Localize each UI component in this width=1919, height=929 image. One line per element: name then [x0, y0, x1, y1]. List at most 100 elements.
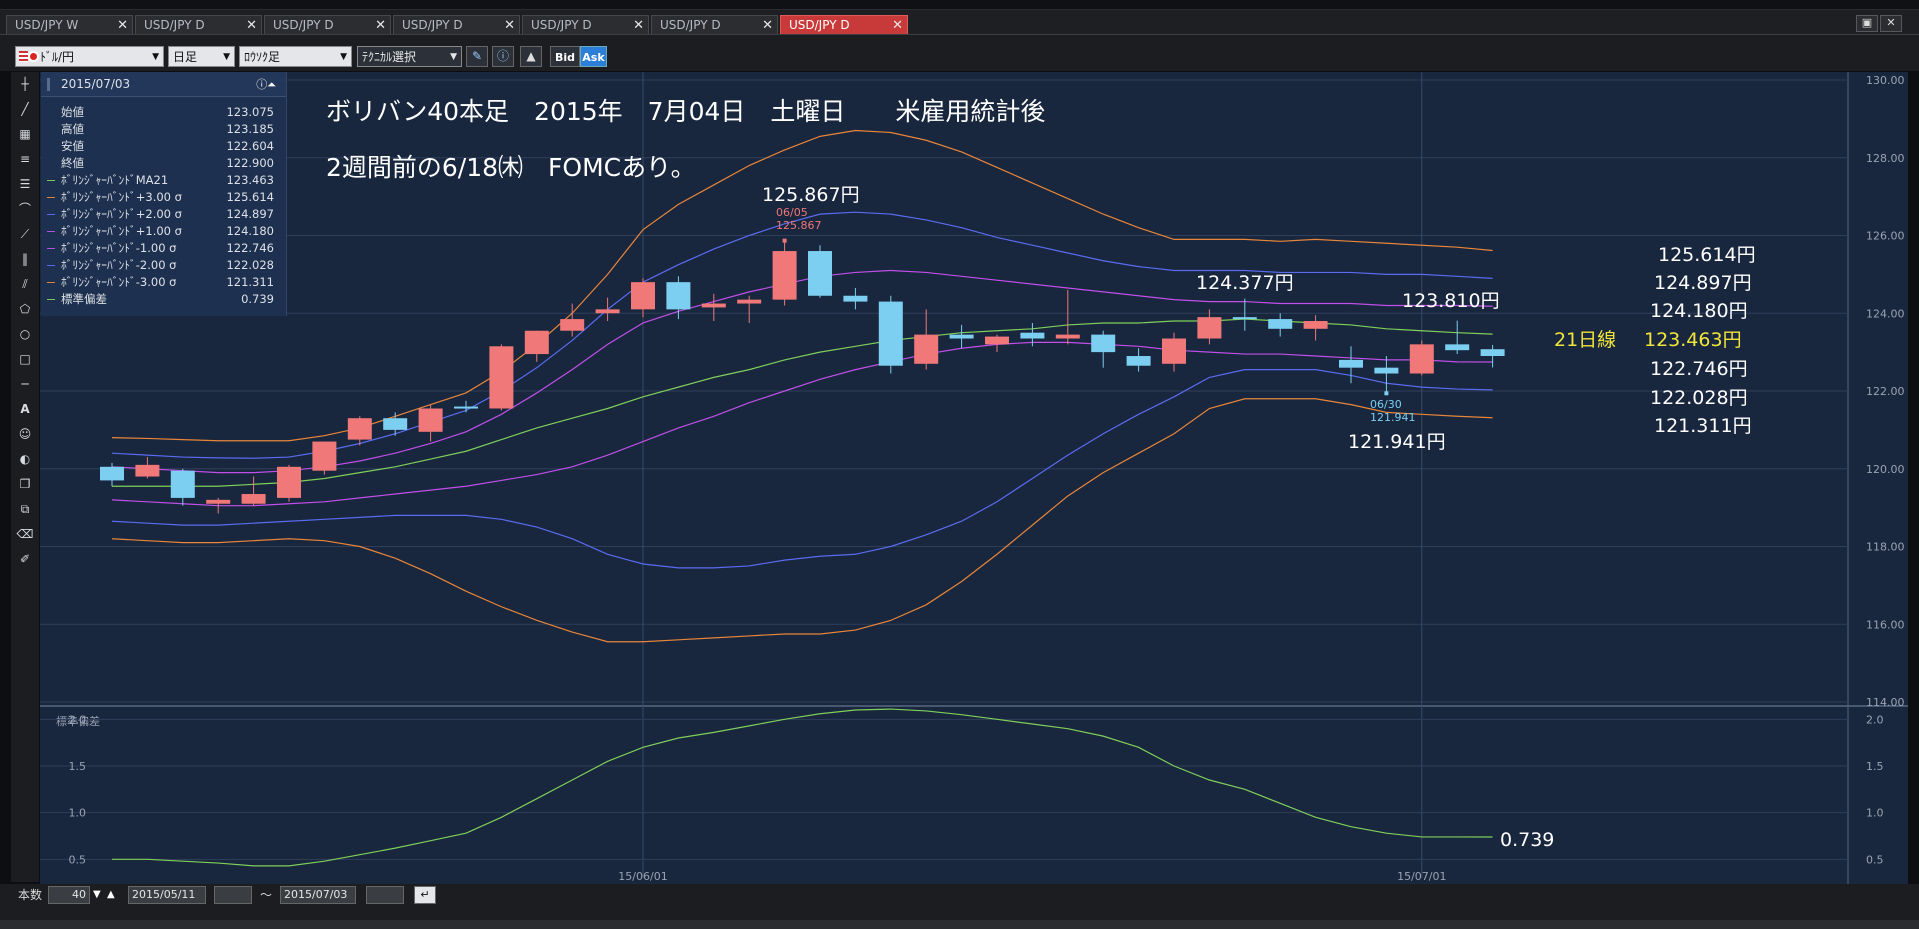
drag-handle-icon[interactable] [47, 78, 50, 91]
tab-label: USD/JPY D [144, 18, 205, 32]
candle-body [277, 466, 301, 498]
crosshair-icon[interactable]: ┼ [14, 74, 36, 94]
vertical-lines-icon[interactable]: ‖ [14, 249, 36, 269]
candle-body [241, 494, 266, 504]
return-icon[interactable]: ↵ [414, 886, 436, 904]
ohlc-row: 標準偏差 0.739 [41, 291, 286, 307]
ohlc-row-value: 123.075 [226, 105, 274, 119]
candle-body [1374, 367, 1399, 374]
count-up-icon[interactable]: ▲ [107, 886, 115, 904]
chart-type-label: ﾛｳｿｸ足 [244, 50, 281, 64]
symbol-select[interactable]: ﾄﾞﾙ/円 ▼ [15, 46, 164, 67]
to-time-field[interactable] [366, 886, 404, 904]
candle-body [1445, 344, 1470, 351]
y-tick-label-left: 2.0 [69, 713, 87, 726]
ruler-icon[interactable]: ▦ [14, 124, 36, 144]
chevron-down-icon: ▼ [340, 52, 347, 62]
text-icon[interactable]: A [14, 399, 36, 419]
tab-usd-jpy-2[interactable]: USD/JPY D ✕ [264, 15, 391, 34]
close-window-icon[interactable]: ✕ [1880, 15, 1902, 32]
band-minus2-label: 122.028円 [1650, 387, 1748, 409]
period-select[interactable]: 日足 ▼ [168, 46, 235, 67]
gann-icon[interactable]: ⟋ [14, 224, 36, 244]
candle-body [418, 408, 443, 432]
candle-body [666, 282, 691, 310]
maximize-icon[interactable]: ▣ [1856, 15, 1878, 32]
tab-close-icon[interactable]: ✕ [633, 16, 644, 35]
chart-area[interactable]: 130.00 128.00 126.00 124.00 122.00 120.00 118.… [40, 72, 1908, 884]
eraser-icon[interactable]: ⌫ [14, 524, 36, 544]
delete-icon[interactable]: ⧉ [14, 499, 36, 519]
legend-swatch [47, 231, 55, 232]
tab-close-icon[interactable]: ✕ [892, 16, 903, 35]
tab-close-icon[interactable]: ✕ [762, 16, 773, 35]
candle-body [878, 301, 903, 366]
bid-button[interactable]: Bid [550, 46, 580, 67]
to-date-field[interactable]: 2015/07/03 [280, 886, 356, 904]
range-tilde: ～ [260, 888, 273, 902]
tab-bar: USD/JPY W ✕ USD/JPY D ✕ USD/JPY D ✕ USD/JPY D ✕… [0, 10, 1919, 35]
tab-close-icon[interactable]: ✕ [246, 16, 257, 35]
price-chart[interactable]: 130.00 128.00 126.00 124.00 122.00 120.00 118.… [40, 72, 1908, 884]
band-plus1-label: 124.180円 [1650, 300, 1748, 322]
circle-icon[interactable]: ○ [14, 324, 36, 344]
tab-close-icon[interactable]: ✕ [375, 16, 386, 35]
pitchfork-icon[interactable]: ⫽ [14, 274, 36, 294]
chart-type-select[interactable]: ﾛｳｿｸ足 ▼ [239, 46, 352, 67]
ask-button[interactable]: Ask [580, 46, 607, 67]
tab-usd-jpy-5[interactable]: USD/JPY D ✕ [651, 15, 778, 34]
from-time-field[interactable] [214, 886, 252, 904]
tab-label: USD/JPY D [402, 18, 463, 32]
fan-icon[interactable]: ⌒ [14, 199, 36, 219]
pencil-icon[interactable]: ✎ [466, 46, 488, 67]
candle-body [100, 466, 124, 481]
count-field[interactable]: 40 [48, 886, 90, 904]
smiley-icon[interactable]: ☺ [14, 424, 36, 444]
technical-select[interactable]: ﾃｸﾆｶﾙ選択 ▼ [357, 46, 462, 67]
legend-swatch [47, 214, 55, 215]
candle-body [524, 330, 549, 355]
tab-usd-jpy-3[interactable]: USD/JPY D ✕ [393, 15, 520, 34]
area-chart-icon[interactable]: ▲ [520, 46, 542, 67]
y-tick-label: 120.00 [1866, 463, 1905, 476]
y-tick-label: 2.0 [1866, 713, 1884, 726]
band-line-plus2 [111, 211, 1493, 459]
candle-body [772, 251, 797, 300]
y-tick-label-left: 1.5 [69, 760, 87, 773]
eraser-all-icon[interactable]: ✐ [14, 549, 36, 569]
pentagon-icon[interactable]: ⬠ [14, 299, 36, 319]
ohlc-row: ﾎﾞﾘﾝｼﾞｬｰﾊﾞﾝﾄﾞMA21 123.463 [41, 172, 286, 188]
rectangle-icon[interactable]: □ [14, 349, 36, 369]
tab-label: USD/JPY D [660, 18, 721, 32]
ohlc-row-label: 終値 [61, 156, 84, 170]
ohlc-row-value: 124.897 [226, 207, 274, 221]
ohlc-row-value: 122.604 [226, 139, 274, 153]
color-picker-icon[interactable]: ◐ [14, 449, 36, 469]
y-tick-label: 118.00 [1866, 541, 1905, 554]
ohlc-row-value: 125.614 [226, 190, 274, 204]
tab-close-icon[interactable]: ✕ [504, 16, 515, 35]
tab-label: USD/JPY D [273, 18, 334, 32]
tab-close-icon[interactable]: ✕ [117, 16, 128, 35]
hline-icon[interactable]: ─ [14, 374, 36, 394]
fibonacci-icon[interactable]: ☰ [14, 174, 36, 194]
copy-icon[interactable]: ❐ [14, 474, 36, 494]
trendline-icon[interactable]: ╱ [14, 99, 36, 119]
info-icon[interactable]: ⓘ [492, 46, 514, 67]
tab-usd-jpy-1[interactable]: USD/JPY D ✕ [135, 15, 262, 34]
tab-usd-jpy-6[interactable]: USD/JPY D ✕ [780, 15, 908, 34]
horizontal-lines-icon[interactable]: ≡ [14, 149, 36, 169]
tab-usd-jpy-0[interactable]: USD/JPY W ✕ [6, 15, 133, 34]
tab-usd-jpy-4[interactable]: USD/JPY D ✕ [522, 15, 649, 34]
count-down-icon[interactable]: ▼ [93, 886, 101, 904]
x-tick-label: 15/07/01 [1397, 870, 1446, 883]
y-tick-label: 1.0 [1866, 807, 1884, 820]
panel-toggle-icon[interactable]: ⓘ⏶ [256, 76, 276, 92]
legend-swatch [47, 282, 55, 283]
ohlc-row-value: 122.028 [226, 258, 274, 272]
ohlc-row-label: 始値 [61, 105, 84, 119]
y-tick-label-left: 1.0 [69, 807, 87, 820]
from-date-field[interactable]: 2015/05/11 [128, 886, 206, 904]
candle-body [383, 418, 408, 430]
ohlc-row-value: 122.900 [226, 156, 274, 170]
